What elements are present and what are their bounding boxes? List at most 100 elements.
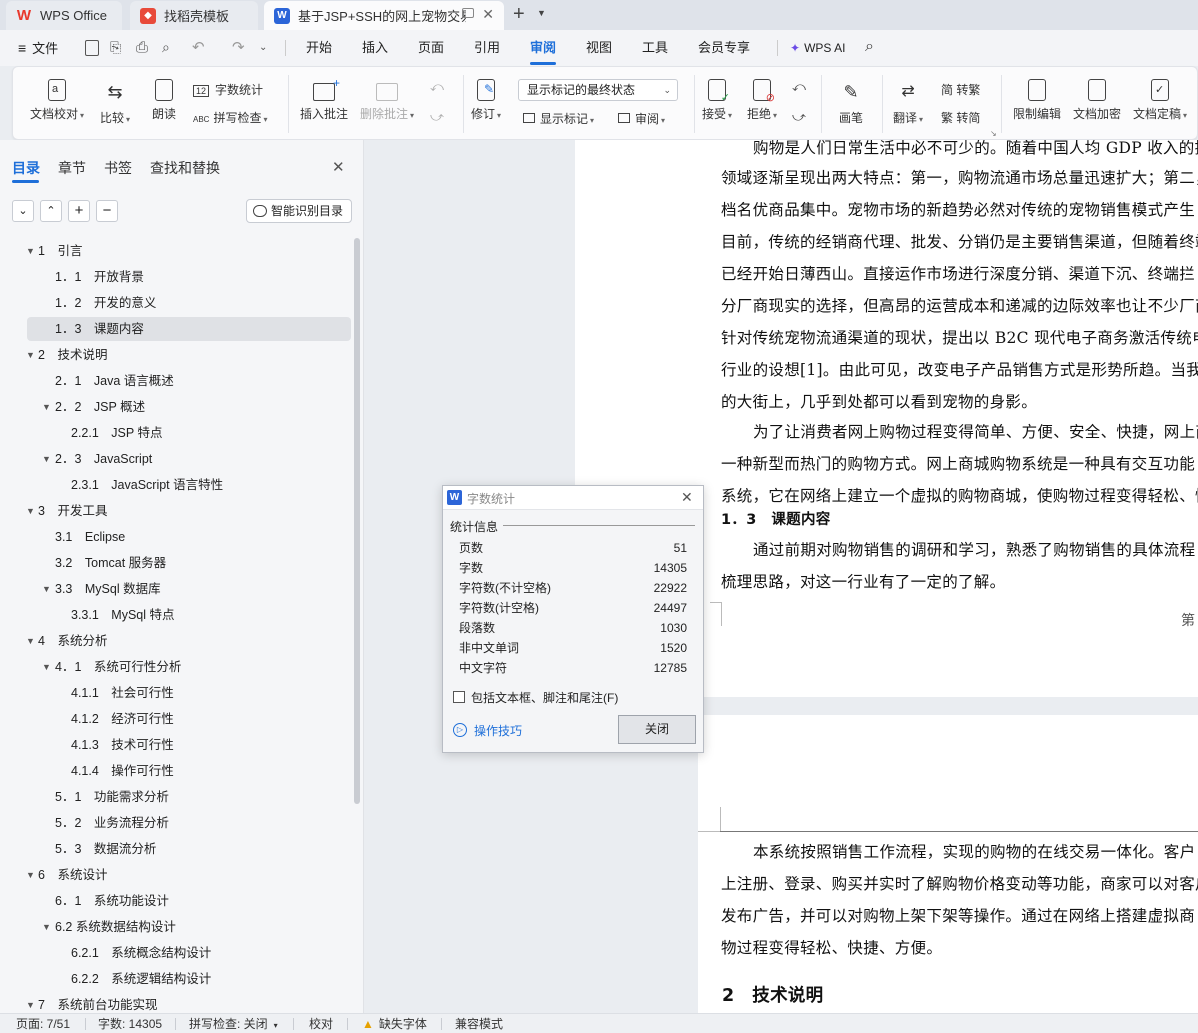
- toc-item[interactable]: 6.2.2 系统逻辑结构设计: [71, 966, 211, 992]
- monitor-icon[interactable]: [462, 8, 474, 18]
- traditional-to-simplified-button[interactable]: 繁 转简: [941, 109, 980, 126]
- expand-toggle-icon[interactable]: ▼: [42, 584, 51, 594]
- spell-check-status[interactable]: 拼写检查: 关闭 ▾: [189, 1014, 278, 1033]
- review-pane-button[interactable]: 审阅 ▾: [618, 110, 665, 127]
- toc-item[interactable]: 4 系统分析: [38, 628, 107, 654]
- scrollbar-thumb[interactable]: [354, 238, 360, 804]
- smart-toc-button[interactable]: 智能识别目录: [246, 199, 352, 223]
- expand-toggle-icon[interactable]: ▼: [26, 636, 35, 646]
- toc-item[interactable]: 2 技术说明: [38, 342, 107, 368]
- expand-toggle-icon[interactable]: ▼: [42, 454, 51, 464]
- remove-heading-button[interactable]: −: [96, 200, 118, 222]
- menu-page[interactable]: 页面: [418, 30, 444, 66]
- tips-link[interactable]: 操作技巧: [474, 722, 522, 739]
- close-dialog-button[interactable]: 关闭: [618, 715, 696, 744]
- menu-home[interactable]: 开始: [306, 30, 332, 66]
- menu-insert[interactable]: 插入: [362, 30, 388, 66]
- tab-document[interactable]: W 基于JSP+SSH的网上宠物交易 ✕: [264, 1, 504, 30]
- toc-item[interactable]: 2.2.1 JSP 特点: [71, 420, 162, 446]
- revise-button[interactable]: ✎ 修订 ▾: [471, 79, 501, 122]
- next-comment-icon[interactable]: ⤻: [430, 109, 444, 125]
- spell-check-button[interactable]: ABC 拼写检查 ▾: [193, 109, 267, 126]
- read-aloud-button[interactable]: 朗读: [152, 79, 176, 122]
- tab-wps-office[interactable]: W WPS Office: [6, 1, 122, 30]
- missing-font-button[interactable]: ▲ 缺失字体: [362, 1014, 427, 1033]
- menu-tools[interactable]: 工具: [642, 30, 668, 66]
- markup-state-select[interactable]: 显示标记的最终状态 ⌄: [518, 79, 678, 101]
- new-tab-icon[interactable]: +: [513, 3, 525, 26]
- reject-button[interactable]: ⊘ 拒绝 ▾: [747, 79, 777, 122]
- expand-toggle-icon[interactable]: ▼: [26, 870, 35, 880]
- toc-item[interactable]: 1．2 开发的意义: [55, 290, 156, 316]
- toc-item[interactable]: 2．2 JSP 概述: [55, 394, 145, 420]
- collapse-all-button[interactable]: ⌄: [12, 200, 34, 222]
- tab-chapters[interactable]: 章节: [58, 158, 86, 178]
- menu-review[interactable]: 审阅: [530, 30, 556, 66]
- toc-item[interactable]: 2．1 Java 语言概述: [55, 368, 174, 394]
- close-tab-icon[interactable]: ✕: [482, 6, 494, 23]
- insert-comment-button[interactable]: + 插入批注: [300, 76, 348, 122]
- expand-toggle-icon[interactable]: ▼: [42, 662, 51, 672]
- tab-docer[interactable]: ◆ 找稻壳模板: [130, 1, 258, 30]
- toc-item[interactable]: 1 引言: [38, 238, 82, 264]
- save-icon[interactable]: [85, 40, 99, 56]
- tab-toc[interactable]: 目录: [12, 158, 40, 178]
- expand-toggle-icon[interactable]: ▼: [26, 506, 35, 516]
- compare-button[interactable]: ⇆ 比较 ▾: [100, 79, 130, 126]
- expand-toggle-icon[interactable]: ▼: [26, 350, 35, 360]
- translate-button[interactable]: ⇄ 翻译 ▾: [893, 79, 923, 126]
- pen-button[interactable]: ✎ 画笔: [838, 79, 864, 126]
- toc-item[interactable]: 3.2 Tomcat 服务器: [55, 550, 166, 576]
- toc-item[interactable]: 4.1.4 操作可行性: [71, 758, 174, 784]
- expand-toggle-icon[interactable]: ▼: [42, 922, 51, 932]
- menu-view[interactable]: 视图: [586, 30, 612, 66]
- toc-item[interactable]: 6.2 系统数据结构设计: [55, 914, 176, 940]
- toc-item[interactable]: 5．3 数据流分析: [55, 836, 156, 862]
- toc-item[interactable]: 5．1 功能需求分析: [55, 784, 169, 810]
- menu-reference[interactable]: 引用: [474, 30, 500, 66]
- toc-item[interactable]: 4.1.1 社会可行性: [71, 680, 174, 706]
- expand-all-button[interactable]: ⌃: [40, 200, 62, 222]
- menu-member[interactable]: 会员专享: [698, 30, 750, 66]
- encrypt-button[interactable]: 文档加密: [1073, 79, 1121, 122]
- close-pane-icon[interactable]: ✕: [332, 158, 345, 176]
- add-heading-button[interactable]: +: [68, 200, 90, 222]
- prev-comment-icon[interactable]: ⤺: [430, 79, 444, 95]
- quick-access-chevron-icon[interactable]: ⌄: [259, 42, 267, 53]
- next-change-icon[interactable]: ⤻: [792, 109, 806, 125]
- toc-item[interactable]: 4．1 系统可行性分析: [55, 654, 181, 680]
- toc-item[interactable]: 3.3 MySql 数据库: [55, 576, 161, 602]
- page-indicator[interactable]: 页面: 7/51: [16, 1014, 70, 1033]
- delete-comment-button[interactable]: 删除批注 ▾: [360, 79, 414, 122]
- toc-item[interactable]: 2.3.1 JavaScript 语言特性: [71, 472, 223, 498]
- accept-button[interactable]: ✓ 接受 ▾: [702, 79, 732, 122]
- dialog-launcher-icon[interactable]: ↘: [990, 129, 997, 138]
- toc-item[interactable]: 4.1.3 技术可行性: [71, 732, 174, 758]
- toc-item[interactable]: 4.1.2 经济可行性: [71, 706, 174, 732]
- finalize-button[interactable]: ✓ 文档定稿 ▾: [1133, 79, 1187, 122]
- toc-item[interactable]: 3 开发工具: [38, 498, 107, 524]
- expand-toggle-icon[interactable]: ▼: [26, 1000, 35, 1010]
- proof-button[interactable]: 校对: [309, 1014, 333, 1033]
- print-preview-icon[interactable]: ⌕: [162, 39, 170, 56]
- word-count-indicator[interactable]: 字数: 14305: [98, 1014, 162, 1033]
- print-icon[interactable]: ⎙: [136, 39, 148, 56]
- close-icon[interactable]: ✕: [681, 489, 693, 506]
- undo-icon[interactable]: ↶: [192, 38, 205, 56]
- simplified-to-traditional-button[interactable]: 简 转繁: [941, 81, 980, 98]
- word-count-button[interactable]: 12 字数统计: [193, 81, 263, 98]
- tab-list-chevron-icon[interactable]: ▼: [537, 8, 546, 18]
- toc-item[interactable]: 6．1 系统功能设计: [55, 888, 169, 914]
- toc-item[interactable]: 6.2.1 系统概念结构设计: [71, 940, 211, 966]
- dialog-titlebar[interactable]: W 字数统计 ✕: [443, 486, 703, 510]
- toc-item[interactable]: 1．3 课题内容: [55, 316, 144, 342]
- expand-toggle-icon[interactable]: ▼: [42, 402, 51, 412]
- toc-item[interactable]: 6 系统设计: [38, 862, 107, 888]
- toc-item[interactable]: 5．2 业务流程分析: [55, 810, 169, 836]
- output-icon[interactable]: ⎘: [110, 39, 121, 56]
- tab-find-replace[interactable]: 查找和替换: [150, 158, 220, 178]
- toc-item[interactable]: 2．3 JavaScript: [55, 446, 152, 472]
- show-markup-button[interactable]: 显示标记 ▾: [523, 110, 594, 127]
- toc-item[interactable]: 3.1 Eclipse: [55, 524, 125, 550]
- doc-check-button[interactable]: a 文档校对 ▾: [30, 79, 84, 122]
